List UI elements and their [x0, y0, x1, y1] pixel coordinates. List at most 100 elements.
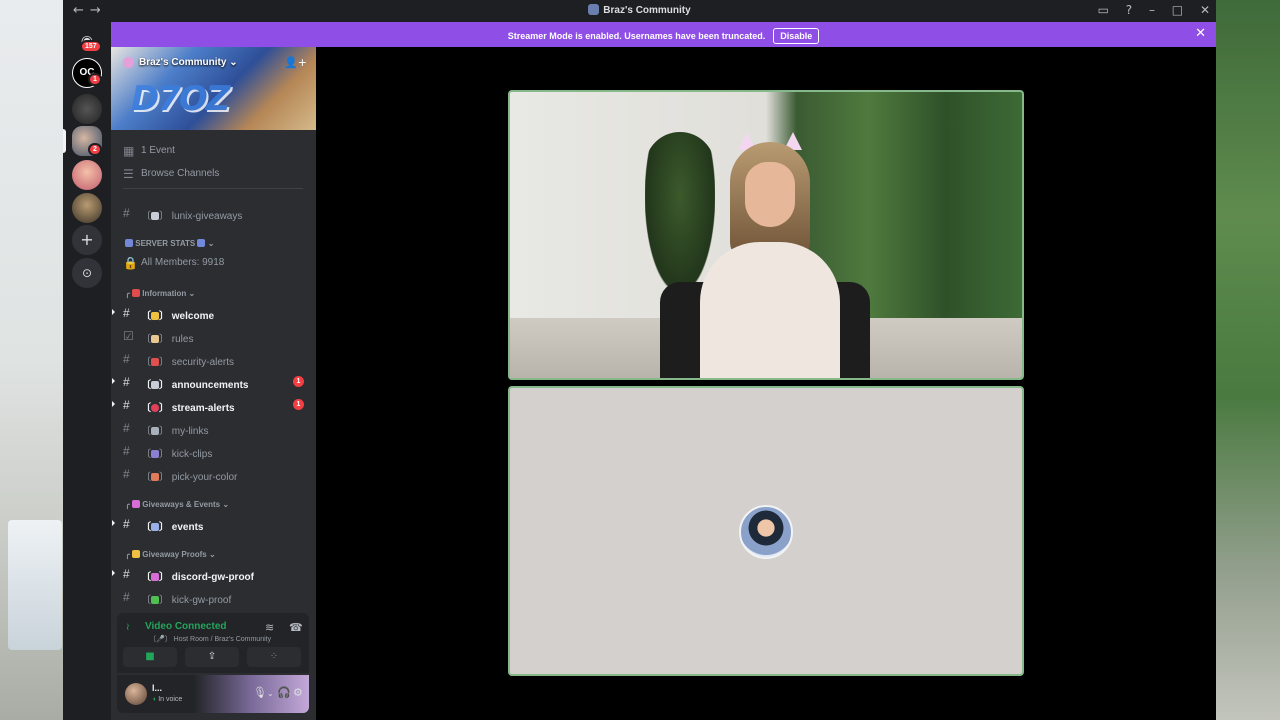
channel-label: rules	[171, 334, 194, 345]
channel-pick-your-color[interactable]: # 〔〕 pick-your-color	[111, 464, 316, 484]
channel-announcements[interactable]: # 〔〕 announcements 1	[111, 372, 316, 392]
channel-events[interactable]: # 〔〕 events	[111, 514, 316, 534]
selected-server-pill	[63, 129, 66, 153]
participant-avatar	[739, 505, 793, 559]
server-icon-6[interactable]	[72, 193, 102, 223]
mention-badge: 1	[293, 376, 304, 387]
activity-button[interactable]: ⁘	[247, 647, 301, 667]
channel-label: kick-gw-proof	[171, 595, 232, 606]
money-icon	[151, 596, 159, 604]
webcam-background-left	[0, 0, 64, 720]
server-name[interactable]: Braz's Community ⌄	[139, 57, 238, 68]
username[interactable]: l...	[152, 683, 162, 693]
close-window-icon[interactable]: ✕	[1200, 3, 1210, 17]
mention-badge: 1	[293, 399, 304, 410]
add-server-icon[interactable]: +	[72, 225, 102, 255]
channel-label: security-alerts	[171, 357, 235, 368]
help-icon[interactable]: ?	[1126, 3, 1132, 17]
channel-label: lunix-giveaways	[171, 211, 243, 222]
server-header[interactable]: D7OZ Braz's Community ⌄ 👤+	[111, 47, 316, 130]
hash-icon: #	[123, 206, 130, 220]
window-title-text: Braz's Community	[603, 5, 691, 16]
channel-label: pick-your-color	[171, 472, 238, 483]
invite-icon[interactable]: 👤+	[284, 56, 307, 69]
channel-security-alerts[interactable]: # 〔〕 security-alerts	[111, 349, 316, 369]
settings-icon[interactable]: ⚙	[293, 686, 303, 699]
hash-icon: #	[123, 421, 130, 435]
browse-label: Browse Channels	[141, 168, 220, 179]
category-server-stats[interactable]: SERVER STATS ⌄	[125, 239, 214, 248]
category-giveaways-events[interactable]: ╭ Giveaways & Events ⌄	[125, 500, 229, 509]
server4-badge: 2	[88, 143, 102, 156]
disable-button[interactable]: Disable	[773, 28, 820, 44]
close-banner-icon[interactable]: ✕	[1195, 26, 1206, 41]
video-tile-avatar[interactable]	[508, 386, 1024, 676]
category-information[interactable]: ╭ Information ⌄	[125, 289, 195, 298]
avatar[interactable]	[125, 683, 147, 705]
headset-icon[interactable]: 🎧	[277, 686, 291, 699]
server2-badge: 1	[88, 73, 102, 86]
events-label: 1 Event	[141, 145, 175, 156]
divider	[123, 188, 303, 189]
browse-channels-row[interactable]: ☰ Browse Channels	[111, 164, 316, 184]
video-tile-camera[interactable]	[508, 90, 1024, 380]
server-icon-3[interactable]	[72, 94, 102, 124]
hash-icon: #	[123, 517, 130, 531]
channel-welcome[interactable]: # 〔〕 welcome	[111, 303, 316, 323]
window-controls: ▭ ? – □ ✕	[1085, 3, 1210, 17]
events-row[interactable]: ▦ 1 Event	[111, 141, 316, 161]
chevron-down-icon[interactable]: ⌄	[267, 689, 274, 698]
noise-suppression-icon[interactable]: ≋	[265, 621, 274, 634]
video-stage	[316, 47, 1216, 720]
clapper-icon	[151, 450, 159, 458]
discord-window: ←→ Braz's Community ▭ ? – □ ✕ ◉ 157 OC 1…	[63, 0, 1216, 720]
channel-label: discord-gw-proof	[171, 572, 254, 583]
channel-kick-gw-proof[interactable]: # 〔〕 kick-gw-proof	[111, 587, 316, 607]
channel-label: stream-alerts	[171, 403, 235, 414]
user-status: ◖ In voice	[152, 696, 183, 703]
disconnect-icon[interactable]: ☎	[289, 621, 303, 634]
newspaper-icon	[151, 381, 159, 389]
members-label: All Members: 9918	[141, 257, 225, 268]
server-icon	[588, 4, 600, 15]
minimize-icon[interactable]: –	[1149, 3, 1155, 17]
microphone-icon[interactable]: 🎙	[253, 686, 267, 699]
megaphone-icon	[132, 289, 141, 297]
scroll-icon	[151, 335, 159, 343]
webcam-background-right	[1216, 0, 1280, 720]
dice-icon	[151, 212, 159, 220]
signal-icon[interactable]: ≀	[126, 622, 130, 633]
hash-icon: #	[123, 352, 130, 366]
members-count-row[interactable]: 🔒 All Members: 9918	[111, 253, 316, 273]
channel-label: events	[171, 522, 204, 533]
channel-stream-alerts[interactable]: # 〔〕 stream-alerts 1	[111, 395, 316, 415]
user-panel: l... ◖ In voice 🎙 ⌄ 🎧 ⚙	[117, 675, 309, 713]
folder-icon	[132, 550, 141, 558]
channel-label: announcements	[171, 380, 249, 391]
hash-icon: #	[123, 398, 130, 412]
channel-my-links[interactable]: # 〔〕 my-links	[111, 418, 316, 438]
share-screen-icon: ⇪	[207, 651, 217, 662]
channel-discord-gw-proof[interactable]: # 〔〕 discord-gw-proof	[111, 564, 316, 584]
channel-label: welcome	[171, 311, 215, 322]
channel-sidebar: D7OZ Braz's Community ⌄ 👤+ ▦ 1 Event ☰ Bro…	[111, 47, 316, 720]
calendar-icon: ▦	[123, 144, 135, 158]
channel-kick-clips[interactable]: # 〔〕 kick-clips	[111, 441, 316, 461]
voice-connection-panel: ≀ Video Connected 〔🎤〕 Host Room / Braz's…	[117, 613, 309, 673]
server-icon-5[interactable]	[72, 160, 102, 190]
voice-status[interactable]: Video Connected	[145, 621, 227, 632]
link-icon	[151, 427, 159, 435]
maximize-icon[interactable]: □	[1172, 3, 1183, 17]
body	[700, 242, 840, 378]
stats-icon	[125, 239, 133, 247]
inbox-icon[interactable]: ▭	[1098, 3, 1109, 17]
streamer-mode-banner: Streamer Mode is enabled. Usernames have…	[111, 22, 1216, 47]
channel-lunix-giveaways[interactable]: # 〔〕 lunix-giveaways	[111, 203, 316, 223]
channel-rules[interactable]: ☑ 〔〕 rules	[111, 326, 316, 346]
home-badge: 157	[80, 40, 102, 53]
share-screen-button[interactable]: ⇪	[185, 647, 239, 667]
category-giveaway-proofs[interactable]: ╭ Giveaway Proofs ⌄	[125, 550, 216, 559]
camera-button[interactable]: ■	[123, 647, 177, 667]
palette-icon	[151, 473, 159, 481]
explore-icon[interactable]: ⊙	[72, 258, 102, 288]
